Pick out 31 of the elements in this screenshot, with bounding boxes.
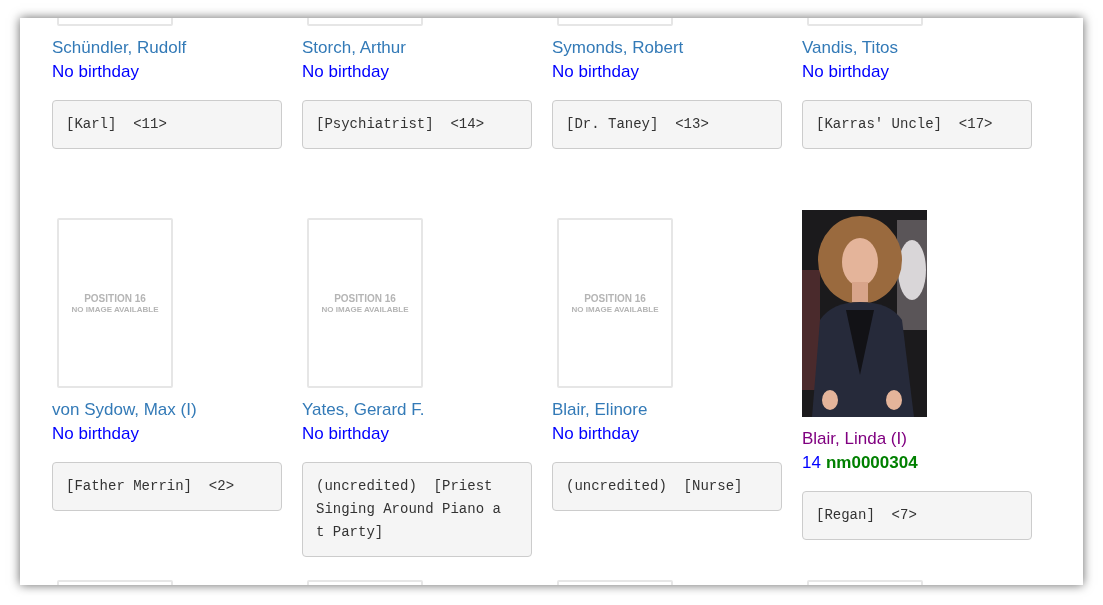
person-link[interactable]: Schündler, Rudolf (52, 36, 187, 60)
person-link[interactable]: Yates, Gerard F. (302, 398, 425, 422)
placeholder-caption: NO IMAGE AVAILABLE (71, 304, 159, 315)
person-link[interactable]: Storch, Arthur (302, 36, 406, 60)
role-box: [Father Merrin] <2> (52, 462, 282, 511)
person-link[interactable]: von Sydow, Max (I) (52, 398, 197, 422)
birthday-text: No birthday (52, 61, 139, 83)
role-box: [Regan] <7> (802, 491, 1032, 540)
rank-number: 14 (802, 452, 821, 474)
placeholder-caption: NO IMAGE AVAILABLE (571, 304, 659, 315)
role-box: [Karl] <11> (52, 100, 282, 149)
role-box: [Karras' Uncle] <17> (802, 100, 1032, 149)
person-link[interactable]: Blair, Linda (I) (802, 427, 907, 451)
birthday-text: No birthday (552, 423, 639, 445)
birthday-text: No birthday (302, 423, 389, 445)
placeholder-title: POSITION 16 (334, 291, 396, 305)
birthday-text: No birthday (802, 61, 889, 83)
person-link[interactable]: Vandis, Titos (802, 36, 899, 60)
birthday-text: No birthday (552, 61, 639, 83)
placeholder-caption: NO IMAGE AVAILABLE (321, 304, 409, 315)
role-box: [Dr. Taney] <13> (552, 100, 782, 149)
role-box: (uncredited) [Priest Singing Around Piano at Party] (302, 462, 532, 557)
role-box: [Psychiatrist] <14> (302, 100, 532, 149)
birthday-text: No birthday (302, 61, 389, 83)
person-id: nm0000304 (825, 452, 918, 474)
person-link[interactable]: Blair, Elinore (552, 398, 648, 422)
role-box: (uncredited) [Nurse] (552, 462, 782, 511)
birthday-text: No birthday (52, 423, 139, 445)
placeholder-title: POSITION 16 (584, 291, 646, 305)
placeholder-title: POSITION 16 (84, 291, 146, 305)
person-link[interactable]: Symonds, Robert (552, 36, 684, 60)
